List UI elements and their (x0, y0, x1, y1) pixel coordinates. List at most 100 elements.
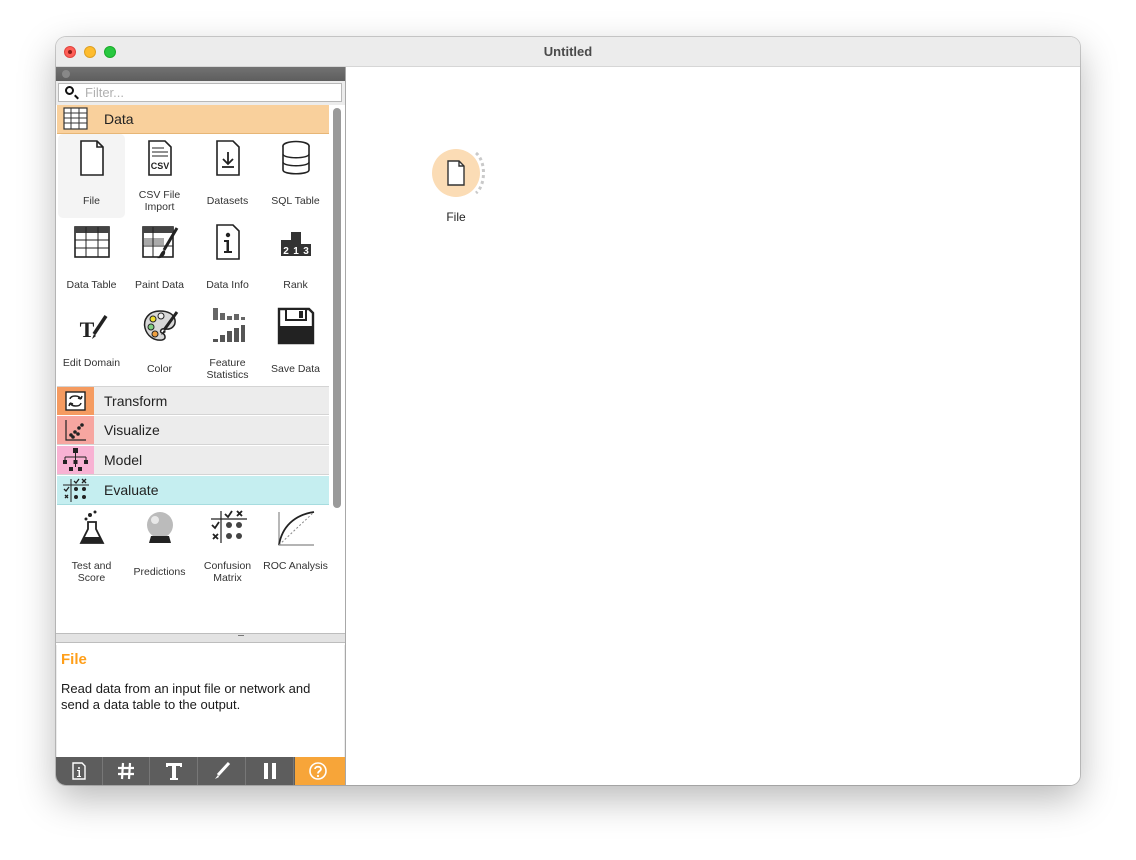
info-document-icon (72, 762, 86, 780)
widget-roc-analysis[interactable]: ROC Analysis (262, 505, 329, 589)
widget-save-data[interactable]: Save Data (262, 302, 329, 386)
dock-toolbar (56, 757, 345, 785)
widget-label: ROC Analysis (263, 560, 328, 572)
app-window: Untitled Data File CSV (56, 37, 1080, 785)
transform-icon (57, 387, 94, 415)
dock-close-icon[interactable] (62, 70, 70, 78)
widget-feature-statistics[interactable]: Feature Statistics (194, 302, 261, 386)
canvas-node-file[interactable]: File (430, 147, 494, 227)
info-button[interactable] (56, 757, 103, 785)
database-icon (282, 140, 310, 175)
table-icon (74, 226, 110, 258)
widget-label: Edit Domain (62, 357, 121, 369)
splitter-grip-icon (238, 635, 244, 636)
widget-rank[interactable]: 213 Rank (262, 218, 329, 302)
toolbox-scrollbar[interactable] (333, 108, 341, 508)
rank-podium-icon: 213 (281, 232, 311, 257)
bar-statistics-icon (213, 308, 245, 342)
grid-button[interactable] (103, 757, 150, 785)
evaluate-matrix-icon (57, 476, 94, 504)
file-icon (80, 140, 104, 176)
svg-text:1: 1 (293, 246, 299, 257)
file-icon (447, 160, 465, 186)
widget-label: Confusion Matrix (203, 560, 252, 584)
scatter-plot-icon (57, 416, 94, 444)
tree-model-icon (57, 446, 94, 474)
node-label: File (446, 210, 466, 224)
help-description: Read data from an input file or network … (61, 681, 311, 712)
category-label: Data (104, 111, 134, 127)
filter-input[interactable] (85, 84, 335, 101)
widget-test-and-score[interactable]: Test and Score (58, 505, 125, 589)
widget-csv-file-import[interactable]: CSV CSV File Import (126, 134, 193, 218)
category-label: Transform (104, 393, 168, 409)
help-button[interactable] (295, 757, 345, 785)
category-label: Model (104, 452, 143, 468)
widget-label: CSV File Import (138, 189, 181, 213)
question-icon (309, 762, 327, 780)
widget-label: Data Info (206, 279, 249, 291)
category-visualize[interactable]: Visualize (57, 416, 329, 445)
text-annotation-button[interactable] (151, 757, 198, 785)
widget-sql-table[interactable]: SQL Table (262, 134, 329, 218)
svg-text:2: 2 (283, 246, 289, 257)
widget-label: Paint Data (134, 279, 185, 291)
table-category-icon (57, 105, 94, 133)
hash-icon (118, 762, 134, 780)
widget-paint-data[interactable]: Paint Data (126, 218, 193, 302)
widget-data-info[interactable]: Data Info (194, 218, 261, 302)
palette-icon (143, 310, 179, 341)
widget-label: Rank (283, 279, 308, 291)
flask-icon (79, 510, 105, 544)
text-icon (166, 763, 182, 780)
widget-file[interactable]: File (58, 134, 125, 218)
category-data[interactable]: Data (57, 105, 329, 134)
widget-label: Predictions (133, 566, 186, 578)
floppy-disk-icon (277, 307, 315, 345)
widget-confusion-matrix[interactable]: Confusion Matrix (194, 505, 261, 589)
data-widget-grid: File CSV CSV File Import Datasets SQL Ta… (57, 134, 329, 386)
info-document-icon (216, 224, 240, 260)
window-title: Untitled (543, 44, 593, 59)
csv-file-icon: CSV (148, 140, 172, 176)
dock-handle[interactable] (56, 67, 345, 81)
evaluate-widget-grid: Test and Score Predictions Confusion Mat… (57, 505, 329, 595)
category-label: Evaluate (104, 482, 159, 498)
edit-text-icon: T (80, 315, 108, 342)
help-title: File (61, 651, 87, 668)
widget-label: SQL Table (271, 195, 320, 207)
crystal-ball-icon (147, 512, 173, 543)
category-label: Visualize (104, 422, 160, 438)
search-icon (65, 86, 74, 95)
widget-color[interactable]: Color (126, 302, 193, 386)
widget-label: Test and Score (71, 560, 112, 584)
widget-label: Datasets (206, 195, 249, 207)
arrow-annotation-button[interactable] (199, 757, 246, 785)
svg-text:3: 3 (303, 246, 309, 257)
help-splitter[interactable] (56, 633, 345, 643)
category-transform[interactable]: Transform (57, 386, 329, 415)
widget-label: Data Table (66, 279, 117, 291)
filter-box[interactable] (58, 83, 342, 102)
widget-label: File (83, 195, 100, 207)
widget-datasets[interactable]: Datasets (194, 134, 261, 218)
confusion-matrix-icon (211, 510, 247, 543)
roc-curve-icon (278, 511, 315, 546)
category-evaluate[interactable]: Evaluate (57, 476, 329, 505)
widget-data-table[interactable]: Data Table (58, 218, 125, 302)
workflow-canvas[interactable]: File (346, 67, 1080, 785)
pause-button[interactable] (247, 757, 294, 785)
widget-label: Save Data (270, 363, 321, 375)
widget-toolbox: Data File CSV CSV File Import Datasets S… (56, 105, 345, 645)
widget-edit-domain[interactable]: T Edit Domain (58, 302, 125, 386)
widget-predictions[interactable]: Predictions (126, 505, 193, 589)
widget-label: Feature Statistics (206, 357, 249, 381)
pen-icon (215, 761, 231, 779)
pause-icon (264, 763, 276, 779)
title-bar: Untitled (56, 37, 1080, 67)
svg-text:CSV: CSV (151, 161, 170, 171)
category-model[interactable]: Model (57, 446, 329, 475)
paint-brush-icon (142, 226, 179, 259)
widget-label: Color (146, 363, 173, 375)
widget-dock: Data File CSV CSV File Import Datasets (56, 67, 346, 785)
